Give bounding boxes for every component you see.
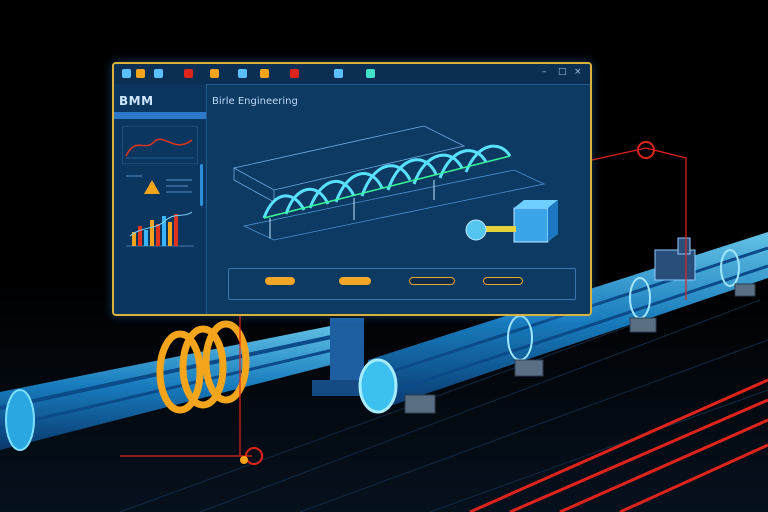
panel-button-1[interactable] xyxy=(265,277,295,285)
measure-icon[interactable] xyxy=(290,69,299,78)
minimize-button[interactable]: – xyxy=(542,67,547,77)
toolbar: – □ × xyxy=(114,64,590,85)
wireframe-legs xyxy=(269,180,435,238)
model-viewport[interactable] xyxy=(214,110,584,260)
wireframe-canopy xyxy=(262,144,512,219)
close-button[interactable]: × xyxy=(574,67,582,77)
valve xyxy=(654,237,696,281)
maximize-button[interactable]: □ xyxy=(558,67,567,77)
view-icon[interactable] xyxy=(154,69,163,78)
edit-icon[interactable] xyxy=(136,69,145,78)
grid-icon[interactable] xyxy=(238,69,247,78)
render-icon[interactable] xyxy=(366,69,375,78)
model-icon[interactable] xyxy=(210,69,219,78)
sidebar-scrollbar[interactable] xyxy=(200,164,203,206)
wireframe-base xyxy=(232,125,546,241)
settings-icon[interactable] xyxy=(334,69,343,78)
panel-button-2[interactable] xyxy=(339,277,371,285)
app-brand: BMM xyxy=(119,94,154,108)
support-pillar xyxy=(330,318,364,388)
control-panel xyxy=(228,268,576,300)
file-icon[interactable] xyxy=(122,69,131,78)
section-alerts[interactable] xyxy=(122,170,198,200)
panel-button-4[interactable] xyxy=(483,277,523,285)
panel-button-3[interactable] xyxy=(409,277,455,285)
page-title: Birle Engineering xyxy=(212,96,298,107)
pump-component xyxy=(465,200,558,243)
section-trend[interactable] xyxy=(122,126,198,164)
bim-app-window[interactable]: – □ × BMM Birle Engineering xyxy=(112,62,592,316)
section-analytics[interactable] xyxy=(122,206,198,250)
sidebar-selected-item[interactable] xyxy=(114,112,206,119)
sidebar: BMM xyxy=(114,84,207,314)
tools-icon[interactable] xyxy=(184,69,193,78)
layer-icon[interactable] xyxy=(260,69,269,78)
